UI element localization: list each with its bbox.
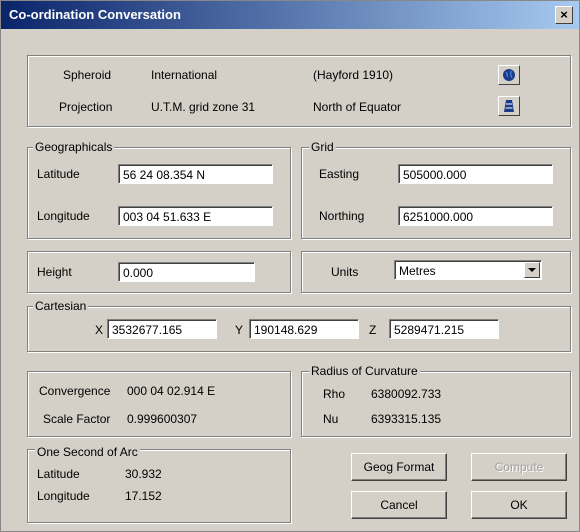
northing-input[interactable]: 6251000.000: [398, 206, 553, 226]
longitude-input[interactable]: 003 04 51.633 E: [118, 206, 273, 226]
compute-button[interactable]: Compute: [471, 453, 567, 481]
rho-label: Rho: [323, 387, 346, 401]
projection-detail: North of Equator: [313, 100, 402, 114]
nu-value: 6393315.135: [371, 412, 442, 426]
radius-title: Radius of Curvature: [309, 364, 420, 378]
easting-label: Easting: [319, 167, 360, 181]
units-label: Units: [331, 265, 359, 279]
scale-factor-value: 0.999600307: [127, 412, 198, 426]
spheroid-select-button[interactable]: [498, 65, 520, 85]
globe-icon: [503, 69, 515, 81]
spheroid-projection-panel: [27, 55, 571, 127]
cancel-button[interactable]: Cancel: [351, 491, 447, 519]
northing-label: Northing: [319, 209, 365, 223]
spheroid-value: International: [151, 68, 218, 82]
projection-select-button[interactable]: [498, 96, 520, 116]
grid-title: Grid: [309, 140, 336, 154]
title-bar[interactable]: Co-ordination Conversation ×: [1, 1, 579, 29]
height-label: Height: [37, 265, 72, 279]
scale-factor-label: Scale Factor: [43, 412, 111, 426]
easting-input[interactable]: 505000.000: [398, 164, 553, 184]
y-label: Y: [235, 323, 244, 337]
spheroid-detail: (Hayford 1910): [313, 68, 394, 82]
projection-icon: [504, 100, 514, 112]
arc-latitude-label: Latitude: [37, 467, 80, 481]
nu-label: Nu: [323, 412, 339, 426]
y-input[interactable]: 190148.629: [249, 319, 359, 339]
latitude-input[interactable]: 56 24 08.354 N: [118, 164, 273, 184]
projection-label: Projection: [59, 100, 113, 114]
ok-button[interactable]: OK: [471, 491, 567, 519]
arc-longitude-value: 17.152: [125, 489, 162, 503]
convergence-panel: [27, 371, 291, 437]
radius-panel: [301, 371, 571, 437]
window-title: Co-ordination Conversation: [9, 7, 181, 22]
height-input[interactable]: 0.000: [118, 262, 255, 282]
geographicals-title: Geographicals: [33, 140, 115, 154]
arc-title: One Second of Arc: [35, 445, 140, 459]
longitude-label: Longitude: [37, 209, 90, 223]
units-dropdown[interactable]: Metres: [394, 260, 542, 280]
close-button[interactable]: ×: [555, 6, 573, 24]
projection-value: U.T.M. grid zone 31: [151, 100, 256, 114]
latitude-label: Latitude: [37, 167, 80, 181]
dialog-window: Co-ordination Conversation × Spheroid In…: [0, 0, 580, 532]
x-input[interactable]: 3532677.165: [107, 319, 217, 339]
geog-format-button[interactable]: Geog Format: [351, 453, 447, 481]
z-input[interactable]: 5289471.215: [389, 319, 499, 339]
spheroid-label: Spheroid: [63, 68, 112, 82]
cartesian-title: Cartesian: [33, 299, 89, 313]
units-selected-value: Metres: [399, 264, 436, 278]
chevron-down-icon[interactable]: [524, 262, 540, 278]
x-label: X: [95, 323, 104, 337]
z-label: Z: [369, 323, 377, 337]
convergence-label: Convergence: [39, 384, 111, 398]
arc-panel: [27, 449, 291, 523]
convergence-value: 000 04 02.914 E: [127, 384, 216, 398]
rho-value: 6380092.733: [371, 387, 442, 401]
arc-latitude-value: 30.932: [125, 467, 162, 481]
arc-longitude-label: Longitude: [37, 489, 90, 503]
